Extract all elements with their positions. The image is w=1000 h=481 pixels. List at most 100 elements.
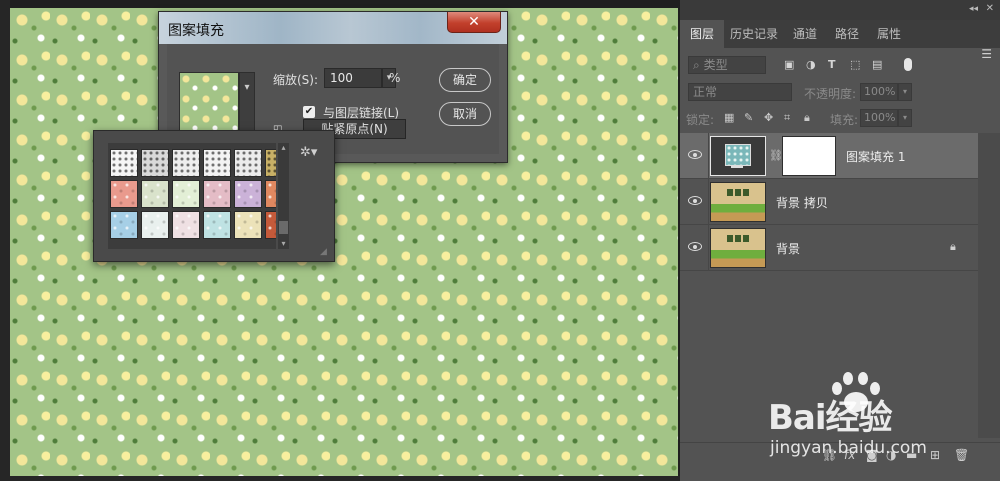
pattern-swatch[interactable]	[172, 149, 200, 177]
pattern-swatch[interactable]	[234, 180, 262, 208]
layer-thumbnail	[710, 136, 766, 176]
pattern-swatch[interactable]	[141, 211, 169, 239]
pattern-grid	[108, 143, 276, 249]
opacity-dropdown[interactable]: ▾	[898, 83, 912, 101]
filter-pixel-icon[interactable]: ▣	[784, 58, 794, 71]
blend-mode-select[interactable]: 正常	[688, 83, 792, 101]
check-icon: ✔	[304, 106, 314, 117]
layer-style-icon[interactable]: fx	[844, 448, 855, 462]
fill-dropdown[interactable]: ▾	[898, 109, 912, 127]
layers-footer: ⛓ fx ◙ ◑ ▬ ⊞ 🗑︎	[680, 442, 1000, 469]
fill-label: 填充:	[830, 113, 859, 127]
thumbnail-frames	[727, 235, 749, 242]
resize-handle-icon[interactable]: ◢	[320, 247, 327, 257]
tab-paths[interactable]: 路径	[826, 20, 868, 48]
layer-filter-row: ⌕ 类型 ▣ ◑ T ⬚ ▤	[680, 52, 1000, 78]
layer-row[interactable]: 背景 拷贝	[680, 179, 978, 225]
filter-smart-object-icon[interactable]: ▤	[872, 58, 882, 71]
lock-icon[interactable]: 🔒︎	[950, 240, 956, 254]
scroll-up-icon[interactable]: ▴	[278, 143, 289, 153]
scale-unit: %	[389, 71, 401, 85]
layer-row[interactable]: ⛓ 图案填充 1	[680, 133, 978, 179]
add-mask-icon[interactable]: ◙	[866, 448, 878, 462]
tab-properties[interactable]: 属性	[868, 20, 910, 48]
pattern-swatch[interactable]	[265, 149, 276, 177]
scrollbar-thumb[interactable]	[279, 221, 288, 234]
pattern-swatch[interactable]	[172, 180, 200, 208]
gear-icon[interactable]: ✲▾	[300, 145, 317, 160]
eye-icon[interactable]	[688, 242, 702, 251]
tab-channels[interactable]: 通道	[784, 20, 826, 48]
pattern-picker-popup: ▴ ▾ ✲▾ ◢	[93, 130, 335, 262]
pattern-swatch[interactable]	[265, 211, 276, 239]
filter-shape-icon[interactable]: ⬚	[850, 58, 860, 71]
opacity-input[interactable]: 100%	[860, 83, 898, 101]
pattern-swatch[interactable]	[234, 149, 262, 177]
scale-label: 缩放(S):	[273, 73, 319, 87]
link-chain-icon[interactable]: ⛓	[769, 149, 783, 162]
lock-transparent-icon[interactable]: ▦	[724, 111, 734, 124]
pattern-swatch[interactable]	[110, 180, 138, 208]
pattern-picker-scrollbar[interactable]: ▴ ▾	[278, 143, 289, 249]
pattern-swatch[interactable]	[234, 211, 262, 239]
pattern-swatch[interactable]	[110, 149, 138, 177]
lock-all-icon[interactable]: 🔒︎	[804, 111, 810, 125]
layer-mask-thumbnail[interactable]	[782, 136, 836, 176]
collapse-panel-icon[interactable]: ◂◂	[969, 4, 978, 14]
layer-name[interactable]: 背景	[776, 240, 800, 257]
layers-scrollbar[interactable]	[978, 133, 1000, 438]
lock-row: 锁定: ▦ ✎ ✥ ⌗ 🔒︎ 填充: 100% ▾	[680, 106, 1000, 130]
pattern-swatch[interactable]	[203, 149, 231, 177]
divider	[708, 225, 709, 271]
layer-row[interactable]: 背景 🔒︎	[680, 225, 978, 271]
adjustment-layer-icon[interactable]: ◑	[886, 448, 896, 462]
fill-input[interactable]: 100%	[860, 109, 898, 127]
blend-row: 正常 不透明度: 100% ▾	[680, 80, 1000, 104]
tab-history[interactable]: 历史记录	[724, 20, 784, 48]
divider	[708, 133, 709, 179]
close-button[interactable]: ✕	[447, 12, 501, 33]
tab-layers[interactable]: 图层	[680, 20, 724, 48]
pattern-swatch[interactable]	[172, 211, 200, 239]
layer-name[interactable]: 图案填充 1	[846, 148, 905, 165]
divider	[708, 179, 709, 225]
pattern-swatch[interactable]	[265, 180, 276, 208]
layers-panel: ◂◂ ✕ 图层 历史记录 通道 路径 属性 ☰ ⌕ 类型 ▣ ◑ T ⬚ ▤ 正…	[680, 0, 1000, 481]
dialog-titlebar[interactable]: 图案填充 ✕	[159, 12, 507, 44]
new-group-icon[interactable]: ▬	[906, 448, 917, 462]
filter-toggle[interactable]	[904, 58, 912, 71]
pattern-swatch[interactable]	[203, 180, 231, 208]
pattern-fill-icon-base	[731, 165, 743, 168]
scroll-down-icon[interactable]: ▾	[278, 239, 289, 249]
trash-icon[interactable]: 🗑︎	[954, 448, 969, 462]
pattern-swatch[interactable]	[141, 149, 169, 177]
layer-thumbnail	[710, 182, 766, 222]
thumbnail-frames	[727, 189, 749, 196]
pattern-swatch[interactable]	[203, 211, 231, 239]
pattern-fill-icon	[725, 144, 751, 166]
filter-adjustment-icon[interactable]: ◑	[806, 58, 816, 71]
opacity-label: 不透明度:	[804, 87, 857, 101]
scale-input[interactable]: 100	[324, 68, 382, 88]
lock-artboard-icon[interactable]: ⌗	[784, 111, 790, 125]
lock-position-icon[interactable]: ✥	[764, 111, 773, 124]
dialog-title: 图案填充	[168, 23, 224, 39]
pattern-swatch[interactable]	[110, 211, 138, 239]
pattern-swatch[interactable]	[141, 180, 169, 208]
new-layer-icon[interactable]: ⊞	[930, 448, 940, 462]
layer-name[interactable]: 背景 拷贝	[776, 194, 828, 211]
filter-kind-select[interactable]: ⌕ 类型	[688, 56, 766, 74]
filter-type-icon[interactable]: T	[828, 58, 836, 71]
eye-icon[interactable]	[688, 196, 702, 205]
panel-topbar: ◂◂ ✕	[680, 0, 1000, 20]
ok-button[interactable]: 确定	[439, 68, 491, 92]
link-with-layer-checkbox[interactable]: ✔	[303, 106, 315, 118]
close-panel-icon[interactable]: ✕	[986, 3, 994, 14]
close-icon: ✕	[468, 14, 480, 30]
lock-image-icon[interactable]: ✎	[744, 111, 753, 124]
panel-tabs: 图层 历史记录 通道 路径 属性 ☰	[680, 20, 1000, 61]
workspace-border-bottom	[0, 476, 680, 481]
eye-icon[interactable]	[688, 150, 702, 159]
cancel-button[interactable]: 取消	[439, 102, 491, 126]
link-layers-icon[interactable]: ⛓	[822, 448, 837, 462]
